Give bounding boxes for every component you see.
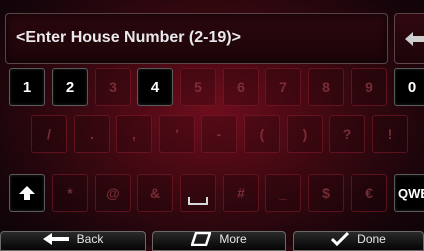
key-6: 6	[223, 68, 259, 106]
key-ampersand: &	[137, 174, 173, 212]
more-button[interactable]: More	[152, 231, 286, 251]
key-2[interactable]: 2	[52, 68, 88, 106]
backspace-arrow-icon	[405, 32, 424, 46]
checkmark-icon	[331, 232, 350, 246]
house-number-input[interactable]: <Enter House Number (2-19)>	[5, 13, 388, 64]
key-dollar: $	[308, 174, 344, 212]
key-9: 9	[351, 68, 387, 106]
key-8: 8	[308, 68, 344, 106]
key-at: @	[95, 174, 131, 212]
key-comma: ,	[116, 115, 152, 153]
key-hash: #	[223, 174, 259, 212]
left-arrow-icon	[42, 233, 69, 245]
shift-arrow-icon	[19, 186, 35, 200]
more-icon	[191, 232, 212, 246]
key-question: ?	[329, 115, 365, 153]
done-label: Done	[357, 232, 386, 246]
key-close-paren: )	[287, 115, 323, 153]
qwerty-layout-key[interactable]: QWE	[394, 174, 424, 212]
key-slash: /	[31, 115, 67, 153]
key-7: 7	[265, 68, 301, 106]
shift-key[interactable]	[9, 174, 45, 212]
key-open-paren: (	[244, 115, 280, 153]
key-exclamation: !	[372, 115, 408, 153]
back-label: Back	[76, 232, 104, 246]
input-placeholder: <Enter House Number (2-19)>	[16, 29, 241, 46]
key-0[interactable]: 0	[394, 68, 424, 106]
key-apostrophe: '	[159, 115, 195, 153]
done-button[interactable]: Done	[293, 231, 424, 251]
space-icon	[188, 197, 208, 205]
key-underscore: _	[265, 174, 301, 212]
back-button[interactable]: Back	[0, 231, 146, 251]
key-5: 5	[180, 68, 216, 106]
backspace-button[interactable]	[394, 13, 424, 64]
key-1[interactable]: 1	[9, 68, 45, 106]
key-period: .	[74, 115, 110, 153]
more-label: More	[219, 232, 247, 246]
key-euro: €	[351, 174, 387, 212]
key-4[interactable]: 4	[137, 68, 173, 106]
space-key	[180, 174, 216, 212]
key-3: 3	[95, 68, 131, 106]
key-hyphen: -	[201, 115, 237, 153]
key-asterisk: *	[52, 174, 88, 212]
